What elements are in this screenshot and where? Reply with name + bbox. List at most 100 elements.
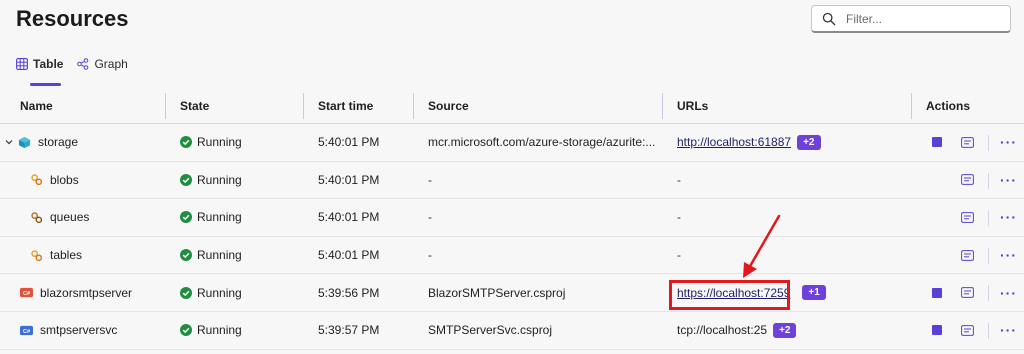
- more-actions-button[interactable]: ···: [1000, 237, 1017, 274]
- name-cell: tables: [20, 237, 82, 274]
- filter-box[interactable]: [811, 5, 1011, 33]
- stop-button[interactable]: [932, 124, 942, 161]
- name-cell: C# blazorsmtpserver: [20, 274, 132, 311]
- actions-divider: [988, 285, 989, 302]
- table-row[interactable]: storage Running 5:40:01 PM mcr.microsoft…: [0, 124, 1024, 162]
- more-actions-button[interactable]: ···: [1000, 162, 1017, 199]
- endpoint-text[interactable]: tcp://localhost:25: [677, 323, 767, 337]
- urls-cell: https://localhost:7259 +1: [677, 274, 826, 311]
- column-divider[interactable]: [662, 93, 663, 119]
- column-header-name[interactable]: Name: [20, 88, 53, 123]
- running-status-icon: [180, 211, 192, 224]
- chevron-down-icon[interactable]: [4, 137, 14, 147]
- more-actions-button[interactable]: ···: [1000, 312, 1017, 349]
- column-divider[interactable]: [413, 93, 414, 119]
- tab-graph[interactable]: Graph: [77, 55, 128, 73]
- column-divider[interactable]: [303, 93, 304, 119]
- view-logs-button[interactable]: [961, 237, 974, 274]
- source-text: BlazorSMTPServer.csproj: [428, 285, 566, 300]
- view-logs-button[interactable]: [961, 162, 974, 199]
- console-log-icon: [961, 212, 974, 223]
- state-cell: Running: [180, 162, 242, 199]
- running-status-icon: [180, 324, 192, 337]
- tab-table-label: Table: [33, 57, 64, 71]
- actions-divider: [988, 322, 989, 339]
- console-log-icon: [961, 136, 974, 148]
- column-header-source[interactable]: Source: [428, 88, 469, 123]
- filter-input[interactable]: [846, 11, 996, 26]
- source-text: -: [428, 172, 432, 187]
- resource-name: smtpserversvc: [40, 323, 118, 338]
- running-status-icon: [180, 249, 192, 262]
- column-divider[interactable]: [911, 93, 912, 119]
- endpoint-link[interactable]: http://localhost:61887: [677, 135, 791, 149]
- table-row[interactable]: tables Running 5:40:01 PM - - ···: [0, 237, 1024, 275]
- tab-table[interactable]: Table: [16, 55, 64, 86]
- running-status-icon: [180, 173, 192, 186]
- column-header-state[interactable]: State: [180, 88, 209, 123]
- source-text: SMTPServerSvc.csproj: [428, 323, 553, 338]
- name-cell: queues: [20, 199, 89, 236]
- console-log-icon: [961, 249, 974, 261]
- actions-divider: [988, 247, 989, 264]
- view-logs-button[interactable]: [961, 124, 974, 161]
- resource-name: blobs: [50, 172, 79, 187]
- resource-name: storage: [38, 135, 79, 150]
- graph-icon: [77, 58, 89, 70]
- more-actions-button[interactable]: ···: [1000, 124, 1017, 161]
- source-text: -: [428, 210, 432, 225]
- table-row[interactable]: C# blazorsmtpserver Running 5:39:56 PM B…: [0, 274, 1024, 312]
- actions-divider: [988, 210, 989, 227]
- state-text: Running: [197, 210, 242, 225]
- name-cell: storage: [5, 124, 79, 161]
- state-cell: Running: [180, 237, 242, 274]
- view-logs-button[interactable]: [961, 312, 974, 349]
- urls-cell: http://localhost:61887 +2: [677, 124, 821, 161]
- view-logs-button[interactable]: [961, 199, 974, 236]
- column-header-actions: Actions: [926, 98, 971, 113]
- stop-button[interactable]: [932, 312, 942, 349]
- actions-divider: [988, 135, 989, 151]
- storage-child-icon: [31, 212, 43, 224]
- svg-text:C#: C#: [23, 329, 30, 335]
- storage-child-icon: [31, 174, 43, 186]
- page-title: Resources: [16, 6, 129, 31]
- more-urls-badge[interactable]: +2: [773, 322, 797, 338]
- table-row[interactable]: C# smtpserversvc Running 5:39:57 PM SMTP…: [0, 312, 1024, 350]
- state-text: Running: [197, 248, 242, 263]
- endpoint-link[interactable]: https://localhost:7259: [677, 286, 790, 300]
- start-time: 5:40:01 PM: [318, 135, 380, 150]
- urls-text: -: [677, 172, 681, 187]
- start-time: 5:39:56 PM: [318, 285, 380, 300]
- state-text: Running: [197, 135, 242, 150]
- source-text: -: [428, 248, 432, 263]
- urls-cell: tcp://localhost:25 +2: [677, 312, 797, 349]
- grid-header: Name State Start time Source URLs Action…: [0, 88, 1024, 124]
- start-time: 5:40:01 PM: [318, 248, 380, 263]
- stop-icon: [932, 325, 942, 336]
- resource-name: tables: [50, 248, 83, 263]
- more-urls-badge[interactable]: +1: [802, 285, 826, 301]
- stop-icon: [932, 137, 942, 148]
- resource-name: queues: [50, 210, 90, 225]
- table-row[interactable]: queues Running 5:40:01 PM - - ···: [0, 199, 1024, 237]
- stop-button[interactable]: [932, 274, 942, 311]
- start-time: 5:39:57 PM: [318, 323, 380, 338]
- view-logs-button[interactable]: [961, 274, 974, 311]
- more-actions-button[interactable]: ···: [1000, 199, 1017, 236]
- column-header-urls[interactable]: URLs: [677, 88, 708, 123]
- more-urls-badge[interactable]: +2: [797, 134, 821, 150]
- more-actions-button[interactable]: ···: [1000, 274, 1017, 311]
- table-icon: [16, 58, 28, 70]
- svg-text:C#: C#: [23, 291, 30, 297]
- stop-icon: [932, 287, 942, 298]
- column-header-start-time[interactable]: Start time: [318, 88, 373, 123]
- table-row[interactable]: blobs Running 5:40:01 PM - - ···: [0, 162, 1024, 200]
- resource-name: blazorsmtpserver: [40, 285, 133, 300]
- view-tabs: Table Graph: [16, 55, 128, 86]
- console-log-icon: [961, 287, 974, 299]
- column-divider[interactable]: [165, 93, 166, 119]
- start-time: 5:40:01 PM: [318, 210, 380, 225]
- running-status-icon: [180, 286, 192, 299]
- console-log-icon: [961, 174, 974, 186]
